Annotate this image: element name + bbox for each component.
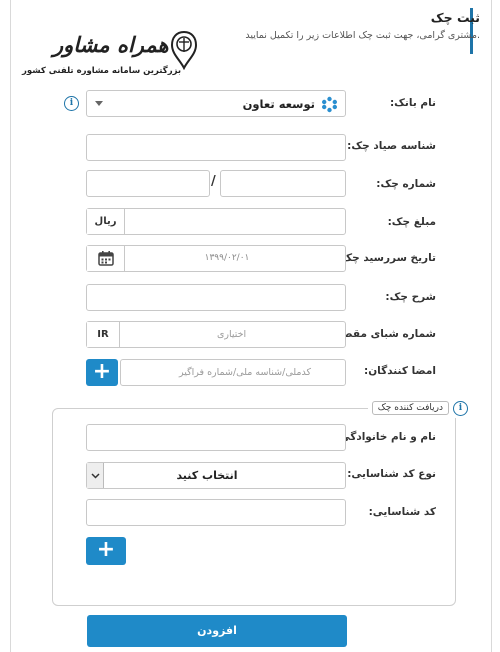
iban-placeholder: اختیاری — [217, 329, 247, 340]
amount-input[interactable]: ریال — [86, 208, 346, 235]
id-type-label: نوع کد شناسایی: — [347, 468, 436, 480]
signers-input[interactable]: کدملی/شناسه ملی/شماره فراگیر — [120, 359, 346, 386]
receiver-legend: i دریافت کننده چک — [367, 398, 472, 418]
scales-badge-icon — [170, 30, 198, 70]
full-name-input[interactable] — [86, 424, 346, 451]
due-date-label: تاریخ سررسید چک: — [337, 252, 436, 264]
iban-prefix: IR — [87, 322, 120, 347]
receiver-legend-label: دریافت کننده چک — [371, 401, 449, 415]
due-date-input[interactable]: ۱۳۹۹/۰۲/۰۱ — [86, 245, 346, 272]
id-type-select[interactable]: انتخاب کنید — [86, 462, 346, 489]
calendar-button[interactable] — [87, 246, 125, 271]
bank-selected-value: توسعه تعاون — [242, 97, 315, 111]
page-subtitle: مشتری گرامی، جهت ثبت چک اطلاعات زیر را ت… — [245, 30, 480, 41]
bank-logo-icon — [322, 96, 337, 113]
id-type-selected-value: انتخاب کنید — [176, 469, 238, 482]
cheque-number-left-input[interactable] — [86, 170, 210, 197]
iban-input[interactable]: IR اختیاری — [86, 321, 346, 348]
add-signer-button[interactable]: + — [86, 359, 118, 386]
chevron-down-icon — [95, 101, 103, 106]
due-date-value: ۱۳۹۹/۰۲/۰۱ — [204, 253, 250, 263]
signers-label: امضا کنندگان: — [364, 365, 436, 377]
add-cheque-button[interactable]: افزودن — [87, 615, 347, 647]
id-code-label: کد شناسایی: — [368, 506, 436, 518]
bank-label: نام بانک: — [389, 97, 436, 109]
cheque-number-separator: / — [211, 174, 216, 189]
cheque-number-label: شماره چک: — [376, 178, 436, 190]
iban-label: شماره شبای مقصد: — [332, 328, 436, 340]
logo-name: همراه مشاور — [53, 32, 169, 57]
sayad-input[interactable] — [86, 134, 346, 161]
description-label: شرح چک: — [385, 291, 436, 303]
calendar-icon — [97, 251, 114, 266]
currency-addon: ریال — [87, 209, 125, 234]
sayad-label: شناسه صیاد چک: — [347, 140, 436, 152]
info-icon[interactable]: i — [453, 400, 468, 416]
add-receiver-button[interactable]: + — [86, 537, 126, 565]
description-input[interactable] — [86, 284, 346, 311]
cheque-number-right-input[interactable] — [220, 170, 346, 197]
brand-logo: همراه مشاور بزرگترین سامانه مشاوره تلفنی… — [18, 28, 198, 80]
bank-select[interactable]: توسعه تعاون — [86, 90, 346, 117]
signers-placeholder: کدملی/شناسه ملی/شماره فراگیر — [179, 367, 311, 378]
page-title: ثبت چک — [430, 10, 480, 25]
info-icon[interactable]: i — [64, 96, 79, 111]
full-name-label: نام و نام خانوادگی: — [335, 431, 436, 443]
amount-label: مبلغ چک: — [387, 216, 436, 228]
logo-tagline: بزرگترین سامانه مشاوره تلفنی کشور — [22, 66, 182, 76]
id-code-input[interactable] — [86, 499, 346, 526]
